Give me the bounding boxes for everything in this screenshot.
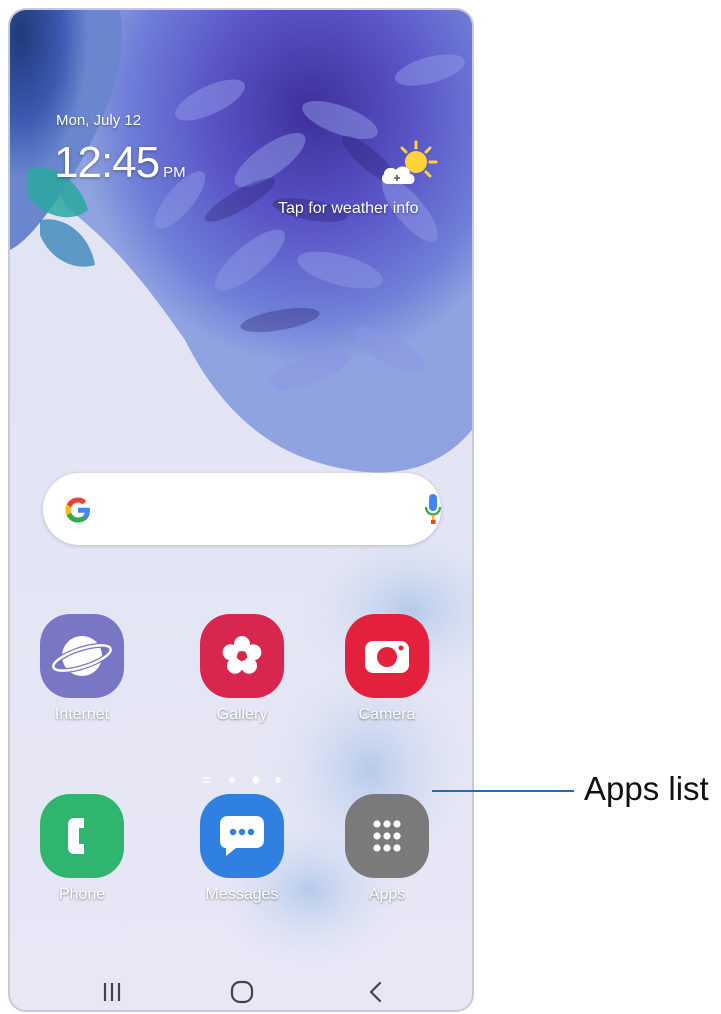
google-g-icon — [65, 497, 90, 523]
callout-label: Apps list — [584, 770, 709, 807]
phone-icon — [40, 794, 124, 878]
app-phone[interactable]: Phone — [27, 794, 137, 904]
apps-grid-icon — [345, 794, 429, 878]
navigation-bar — [103, 980, 382, 1004]
app-messages[interactable]: Messages — [187, 794, 297, 904]
page-indicator[interactable] — [200, 774, 290, 786]
clock[interactable]: 12:45 PM — [54, 138, 186, 188]
date-label: Mon, July 12 — [56, 112, 142, 129]
google-search-bar[interactable] — [43, 473, 442, 545]
home-icon[interactable] — [230, 980, 254, 1004]
app-label: Camera — [358, 706, 416, 723]
app-gallery[interactable]: Gallery — [187, 614, 297, 724]
messages-icon — [200, 794, 284, 878]
internet-icon — [40, 614, 124, 698]
recents-icon[interactable] — [103, 983, 121, 1001]
app-label: Messages — [205, 886, 279, 903]
app-label: Phone — [58, 886, 106, 903]
app-label: Apps — [368, 886, 406, 903]
app-label: Gallery — [216, 706, 268, 723]
clock-time: 12:45 — [54, 138, 160, 187]
gallery-icon — [200, 614, 284, 698]
phone-frame: Mon, July 12 12:45 PM Tap for weather inf… — [8, 8, 474, 1012]
app-internet[interactable]: Internet — [27, 614, 137, 724]
back-icon[interactable] — [369, 981, 382, 1003]
app-label: Internet — [54, 706, 110, 723]
camera-icon — [345, 614, 429, 698]
mic-icon[interactable] — [424, 492, 442, 526]
clock-ampm: PM — [163, 164, 186, 181]
callout-line — [432, 790, 574, 792]
weather-prompt[interactable]: Tap for weather info — [278, 200, 419, 218]
weather-sun-cloud-icon[interactable] — [378, 140, 438, 192]
app-apps[interactable]: Apps — [332, 794, 442, 904]
app-camera[interactable]: Camera — [332, 614, 442, 724]
